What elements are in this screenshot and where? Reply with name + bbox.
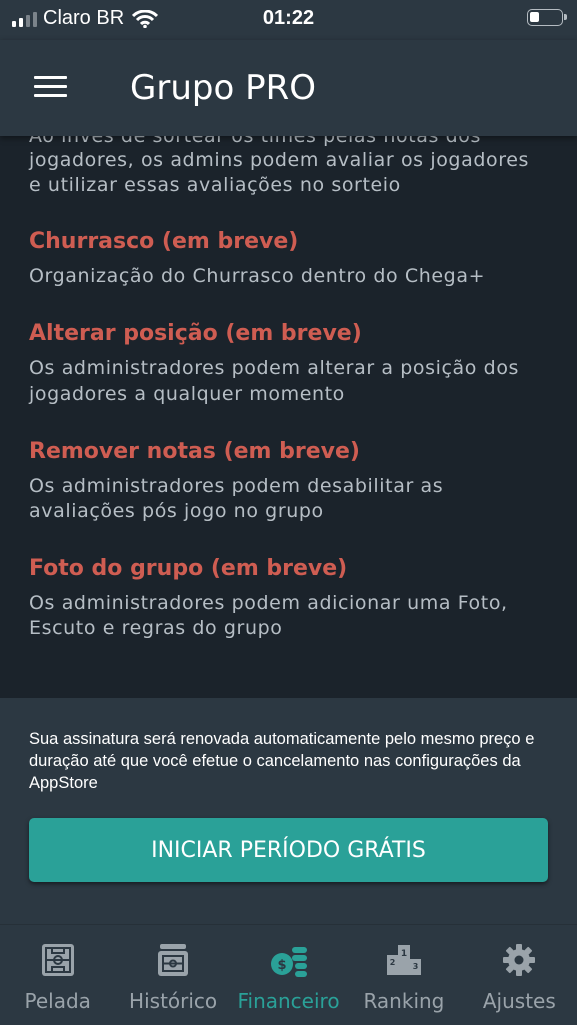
subscription-footer: Sua assinatura será renovada automaticam… <box>0 698 577 924</box>
feature-description-line: jogadores, os admins podem avaliar os jo… <box>29 149 529 171</box>
feature-title-churrasco: Churrasco (em breve) <box>29 229 299 254</box>
tab-ranking[interactable]: 1 2 3 Ranking <box>346 925 461 1025</box>
hamburger-menu-icon[interactable] <box>34 76 68 100</box>
tab-pelada[interactable]: Pelada <box>0 925 115 1025</box>
tab-label: Pelada <box>24 989 91 1013</box>
tab-financeiro[interactable]: $ Financeiro <box>231 925 346 1025</box>
battery-icon <box>527 9 567 26</box>
start-free-trial-button[interactable]: INICIAR PERÍODO GRÁTIS <box>29 818 548 882</box>
feature-title-foto-do-grupo: Foto do grupo (em breve) <box>29 556 348 581</box>
tab-ajustes[interactable]: Ajustes <box>462 925 577 1025</box>
svg-text:3: 3 <box>413 962 419 971</box>
feature-description-line: Os administradores podem desabilitar as <box>29 475 444 497</box>
feature-description-line: Os administradores podem adicionar uma F… <box>29 592 508 614</box>
podium-ranking-icon: 1 2 3 <box>386 941 422 979</box>
feature-description-line: Escuto e regras do grupo <box>29 617 283 639</box>
page-title: Grupo PRO <box>130 68 316 108</box>
svg-text:2: 2 <box>390 958 396 967</box>
svg-text:1: 1 <box>401 949 407 959</box>
tab-label: Histórico <box>129 989 218 1013</box>
coins-money-icon: $ <box>270 941 308 979</box>
soccer-field-icon <box>41 941 75 979</box>
history-icon <box>156 941 190 979</box>
feature-description-line: Organização do Churrasco dentro do Chega… <box>29 265 486 287</box>
tab-historico[interactable]: Histórico <box>115 925 230 1025</box>
feature-description-line: jogadores a qualquer momento <box>29 383 345 405</box>
feature-title-remover-notas: Remover notas (em breve) <box>29 439 360 464</box>
svg-text:$: $ <box>277 958 286 973</box>
app-header: Grupo PRO <box>0 40 577 136</box>
feature-description-line: e utilizar essas avaliações no sorteio <box>29 174 401 196</box>
status-bar: Claro BR 01:22 <box>0 0 577 40</box>
feature-title-alterar-posicao: Alterar posição (em breve) <box>29 321 362 346</box>
gear-icon <box>502 941 536 979</box>
feature-description-line: Os administradores podem alterar a posiç… <box>29 357 520 379</box>
feature-description-line: avaliações pós jogo no grupo <box>29 500 324 522</box>
renewal-note: Sua assinatura será renovada automaticam… <box>29 730 535 792</box>
tab-label: Financeiro <box>237 989 340 1013</box>
status-time: 01:22 <box>262 7 315 29</box>
tab-bar: Pelada Histórico $ Financeiro 1 2 3 Rank… <box>0 924 577 1025</box>
tab-label: Ajustes <box>482 989 556 1013</box>
tab-label: Ranking <box>363 989 445 1013</box>
features-list[interactable]: Ao invés de sortear os times pelas notas… <box>0 136 577 698</box>
